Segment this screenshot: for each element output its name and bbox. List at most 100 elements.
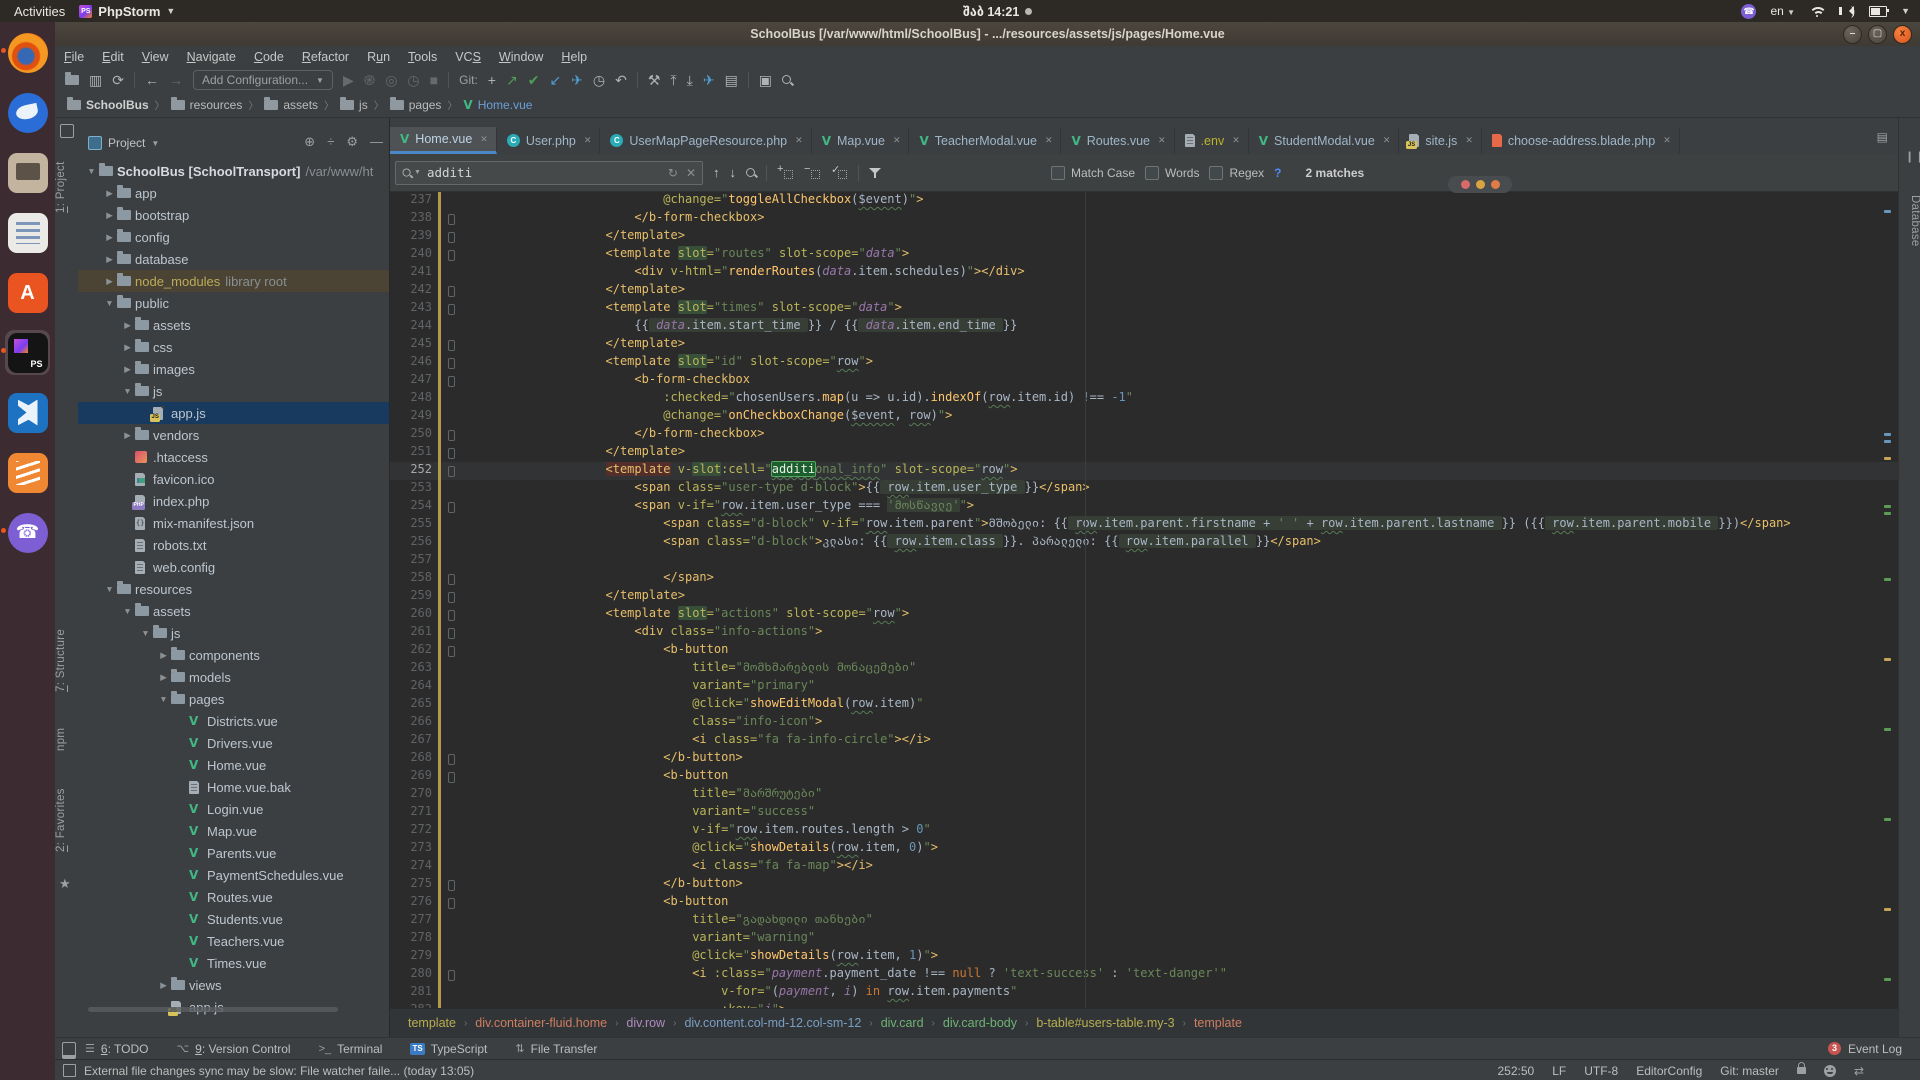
status-message[interactable]: External file changes sync may be slow: …	[84, 1064, 474, 1078]
gear-icon[interactable]: ⚙	[346, 134, 358, 150]
next-match-icon[interactable]: ↓	[730, 165, 737, 180]
breadcrumb-item[interactable]: js	[340, 98, 368, 112]
close-tab-icon[interactable]: ✕	[795, 135, 803, 146]
element-breadcrumb-item[interactable]: template	[1194, 1016, 1242, 1030]
tree-item-images[interactable]: ▶images	[78, 358, 389, 380]
fold-marker[interactable]	[441, 354, 461, 372]
tree-item-app[interactable]: ▶app	[78, 182, 389, 204]
window-title-bar[interactable]: SchoolBus [/var/www/html/SchoolBus] - ..…	[55, 22, 1920, 47]
tree-item-assets[interactable]: ▶assets	[78, 314, 389, 336]
fold-marker[interactable]	[441, 444, 461, 462]
fold-marker[interactable]	[441, 462, 461, 480]
filter-icon[interactable]	[869, 167, 881, 179]
element-breadcrumb-item[interactable]: div.container-fluid.home	[475, 1016, 607, 1030]
download-icon[interactable]: ⤓	[687, 73, 693, 87]
tree-item-public[interactable]: ▼public	[78, 292, 389, 314]
toolwindow-9-version-control[interactable]: ⌥9: Version Control	[176, 1042, 290, 1056]
select-all-occurrences-icon[interactable]	[831, 165, 848, 180]
tree-item-Parents.vue[interactable]: VParents.vue	[78, 842, 389, 864]
dock-writer[interactable]	[5, 210, 50, 255]
tree-item-favicon.ico[interactable]: favicon.ico	[78, 468, 389, 490]
fold-marker[interactable]	[441, 768, 461, 786]
tab-Routes.vue[interactable]: VRoutes.vue✕	[1061, 127, 1174, 154]
tree-expand-icon[interactable]: ▼	[102, 584, 117, 594]
tree-expand-icon[interactable]: ▶	[102, 276, 117, 287]
tree-item-config[interactable]: ▶config	[78, 226, 389, 248]
lock-icon[interactable]	[1797, 1067, 1806, 1074]
tree-expand-icon[interactable]: ▶	[102, 254, 117, 265]
prev-match-icon[interactable]: ↑	[713, 165, 720, 180]
run-anything-icon[interactable]: ▣	[759, 73, 772, 87]
git-pull-icon[interactable]: ↙	[549, 73, 561, 87]
breadcrumb-item[interactable]: pages	[390, 98, 442, 112]
tree-item-Times.vue[interactable]: VTimes.vue	[78, 952, 389, 974]
breadcrumb-item[interactable]: assets	[264, 98, 318, 112]
git-push-icon[interactable]: ✈	[571, 73, 583, 87]
fold-marker[interactable]	[441, 300, 461, 318]
tree-item-Teachers.vue[interactable]: VTeachers.vue	[78, 930, 389, 952]
add-occurrence-icon[interactable]	[777, 165, 794, 180]
tree-item-robots.txt[interactable]: robots.txt	[78, 534, 389, 556]
back-icon[interactable]: ←	[145, 73, 159, 87]
keyboard-layout[interactable]: en ▼	[1770, 4, 1795, 18]
tree-horizontal-scrollbar[interactable]	[88, 1007, 338, 1012]
wrench-icon[interactable]: ⚒	[648, 73, 661, 87]
fold-marker[interactable]	[441, 336, 461, 354]
fold-marker[interactable]	[441, 570, 461, 588]
menu-vcs[interactable]: VCS	[446, 50, 490, 64]
system-menu-chevron-icon[interactable]: ▼	[1901, 6, 1910, 16]
close-tab-icon[interactable]: ✕	[1383, 135, 1391, 146]
tree-item-js[interactable]: ▼js	[78, 380, 389, 402]
search-everywhere-icon[interactable]	[782, 75, 792, 85]
menu-code[interactable]: Code	[245, 50, 293, 64]
git-add-icon[interactable]: +	[488, 73, 496, 87]
activities-button[interactable]: Activities	[0, 4, 79, 19]
tree-item-models[interactable]: ▶models	[78, 666, 389, 688]
sidebar-item-npm[interactable]: npm	[55, 714, 78, 764]
highlighting-level-icon[interactable]	[1824, 1065, 1836, 1077]
maximize-button[interactable]: ▢	[1868, 25, 1887, 44]
event-log-button[interactable]: 3 Event Log	[1828, 1042, 1920, 1056]
fold-marker[interactable]	[441, 624, 461, 642]
collapse-all-icon[interactable]: ÷	[327, 134, 334, 150]
tab-choose-address.blade.php[interactable]: choose-address.blade.php✕	[1482, 127, 1680, 154]
tree-expand-icon[interactable]: ▼	[138, 628, 153, 638]
tree-expand-icon[interactable]: ▶	[156, 650, 171, 661]
close-tab-icon[interactable]: ✕	[1045, 135, 1053, 146]
tab-TeacherModal.vue[interactable]: VTeacherModal.vue✕	[909, 127, 1061, 154]
git-branch[interactable]: Git: master	[1720, 1064, 1779, 1078]
caret-position[interactable]: 252:50	[1497, 1064, 1534, 1078]
tree-item-pages[interactable]: ▼pages	[78, 688, 389, 710]
close-tab-icon[interactable]: ✕	[1465, 135, 1473, 146]
tree-item-assets[interactable]: ▼assets	[78, 600, 389, 622]
toolwindow-6-todo[interactable]: ☰6: TODO	[85, 1042, 148, 1056]
fold-marker[interactable]	[441, 750, 461, 768]
git-update-icon[interactable]: ↗	[506, 73, 518, 87]
editorconfig-indicator[interactable]: EditorConfig	[1636, 1064, 1702, 1078]
tree-item-app.js[interactable]: JSapp.js	[78, 402, 389, 424]
tree-item-PaymentSchedules.vue[interactable]: VPaymentSchedules.vue	[78, 864, 389, 886]
tree-expand-icon[interactable]: ▼	[156, 694, 171, 704]
tab-UserMapPageResource.php[interactable]: CUserMapPageResource.php✕	[600, 127, 811, 154]
toolwindow-typescript[interactable]: TSTypeScript	[410, 1042, 487, 1056]
toolwindow-terminal[interactable]: >_Terminal	[319, 1042, 383, 1056]
tool-window-icon[interactable]	[60, 124, 74, 138]
tree-item-.htaccess[interactable]: .htaccess	[78, 446, 389, 468]
file-encoding[interactable]: UTF-8	[1584, 1064, 1618, 1078]
fold-marker[interactable]	[441, 372, 461, 390]
element-breadcrumb-item[interactable]: div.card	[881, 1016, 924, 1030]
menu-tools[interactable]: Tools	[399, 50, 446, 64]
find-all-icon[interactable]	[746, 168, 756, 178]
history-icon[interactable]: ◷	[593, 73, 605, 87]
dock-firefox[interactable]	[5, 30, 50, 75]
close-tab-icon[interactable]: ✕	[1232, 135, 1240, 146]
regex-checkbox[interactable]: Regex	[1209, 166, 1264, 180]
run-icon[interactable]: ▶	[343, 73, 354, 87]
volume-icon[interactable]: )	[1839, 4, 1855, 18]
update-project-icon[interactable]: ⤒	[670, 73, 676, 87]
fold-marker[interactable]	[441, 606, 461, 624]
regex-help-link[interactable]: ?	[1274, 166, 1281, 180]
tree-item-Login.vue[interactable]: VLogin.vue	[78, 798, 389, 820]
locate-file-icon[interactable]: ⊕	[304, 134, 315, 150]
dock-vscode[interactable]	[5, 390, 50, 435]
